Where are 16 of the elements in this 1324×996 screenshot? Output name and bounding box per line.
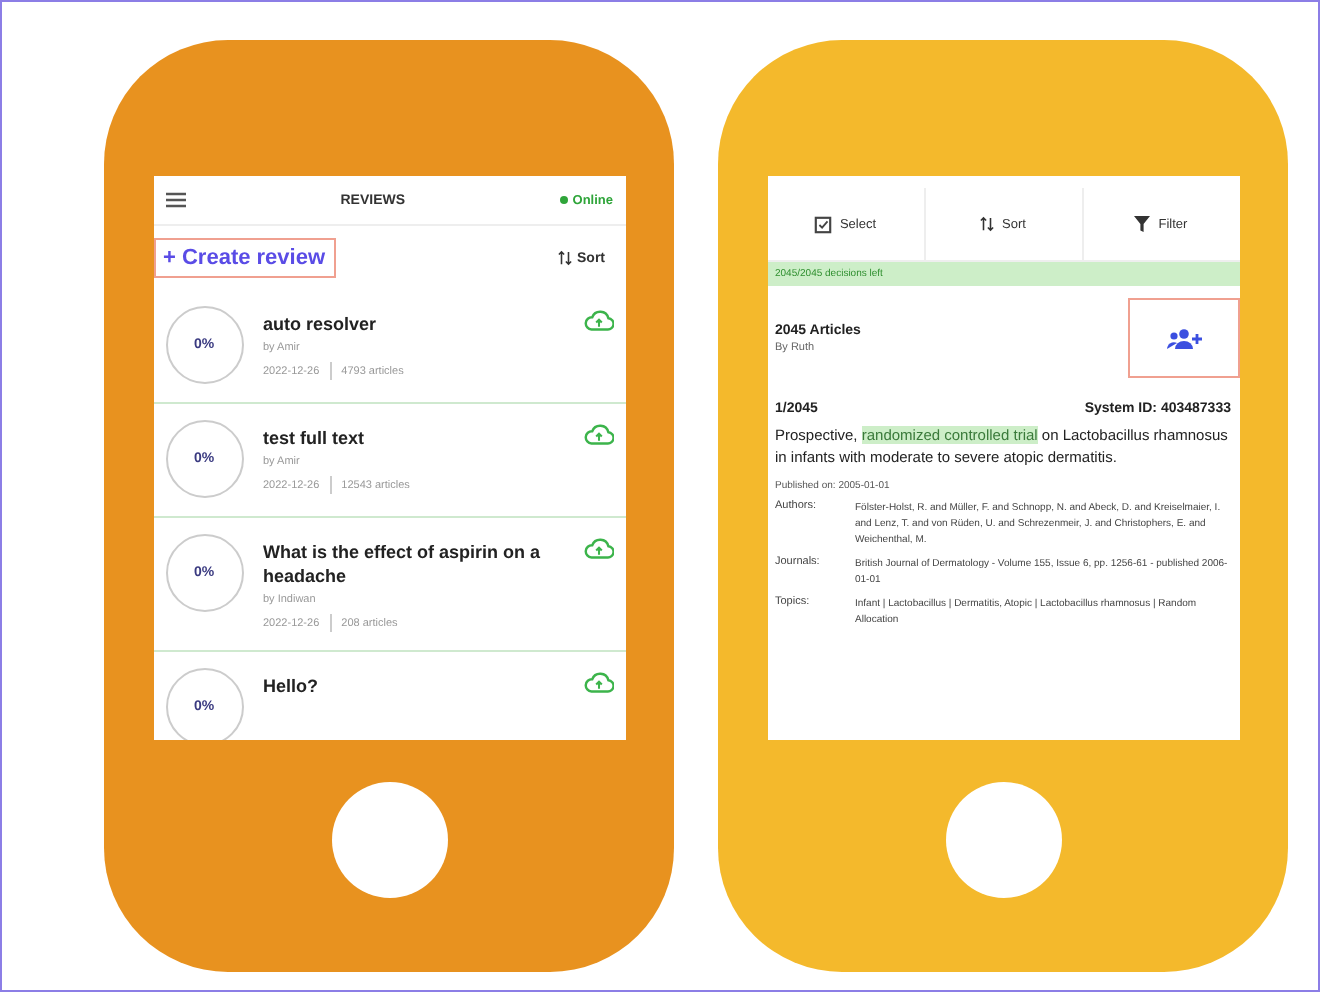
review-title: What is the effect of aspirin on a headache — [263, 540, 543, 588]
menu-icon[interactable] — [165, 192, 185, 208]
filter-icon — [1134, 216, 1151, 232]
sort-icon — [980, 216, 995, 232]
cloud-upload-icon[interactable] — [583, 310, 613, 332]
create-review-button[interactable]: + Create review — [153, 238, 336, 278]
checkbox-icon — [813, 215, 832, 233]
review-title: test full text — [263, 426, 367, 450]
sort-icon — [557, 250, 571, 266]
cloud-upload-icon[interactable] — [583, 538, 613, 560]
add-users-icon — [1163, 327, 1203, 349]
review-title: Hello? — [263, 674, 321, 698]
cloud-upload-icon[interactable] — [583, 424, 613, 446]
assign-users-button[interactable] — [1127, 298, 1239, 378]
cloud-upload-icon[interactable] — [583, 672, 613, 694]
review-title: auto resolver — [263, 312, 379, 336]
